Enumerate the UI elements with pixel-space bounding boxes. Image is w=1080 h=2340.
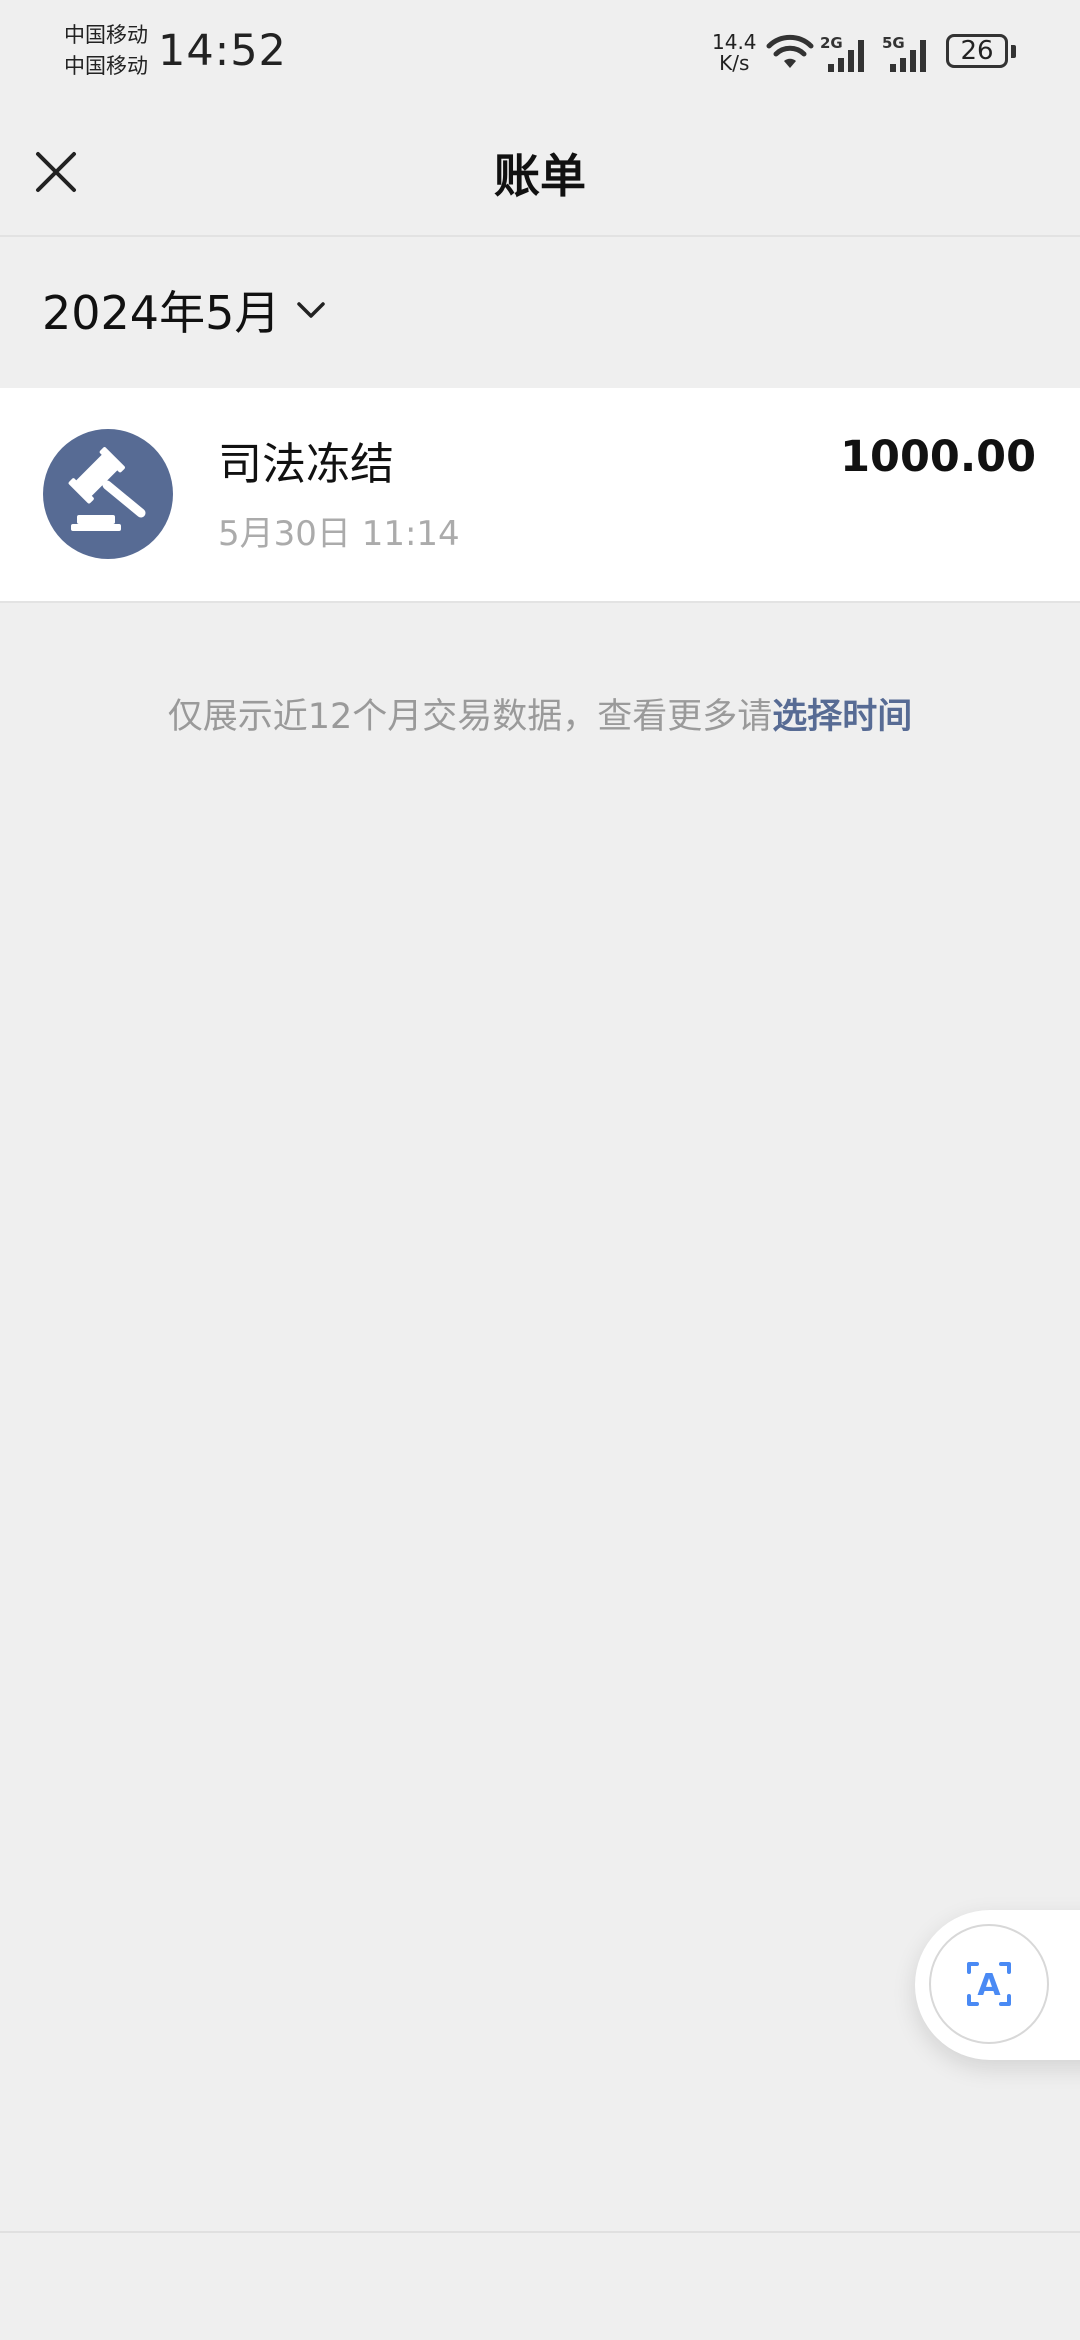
transaction-title: 司法冻结 <box>218 439 394 490</box>
floating-scan-button-inner: A <box>929 1924 1049 2044</box>
signal-2g-icon: 2G <box>820 34 864 72</box>
network-speed: 14.4 K/s <box>712 32 757 74</box>
history-hint-text: 仅展示近12个月交易数据，查看更多请 <box>167 697 773 737</box>
chevron-down-icon <box>297 302 326 318</box>
floating-scan-button[interactable]: A <box>915 1910 1080 2060</box>
history-hint: 仅展示近12个月交易数据，查看更多请选择时间 <box>0 688 1080 739</box>
page-title: 账单 <box>494 149 586 203</box>
transaction-amount: 1000.00 <box>840 432 1036 482</box>
signal-5g-icon: 5G <box>882 34 926 72</box>
bottom-divider <box>0 2231 1080 2233</box>
carrier-2: 中国移动 <box>64 54 148 78</box>
transaction-time: 5月30日 11:14 <box>218 514 460 554</box>
carrier-1: 中国移动 <box>64 23 148 47</box>
battery-level: 26 <box>960 36 994 66</box>
select-time-link[interactable]: 选择时间 <box>772 697 912 737</box>
status-bar: 中国移动 中国移动 14:52 14.4 K/s 2G 5G 26 <box>0 0 1080 110</box>
signal-5g-label: 5G <box>882 34 905 52</box>
signal-2g-label: 2G <box>820 34 843 52</box>
battery-icon: 26 <box>946 34 1008 68</box>
wifi-icon <box>766 34 814 68</box>
month-selector-label: 2024年5月 <box>42 286 281 340</box>
transaction-avatar <box>43 429 173 559</box>
month-selector[interactable]: 2024年5月 <box>42 275 328 345</box>
title-bar: 账单 <box>0 110 1080 237</box>
network-speed-value: 14.4 <box>712 30 757 54</box>
transaction-row[interactable]: 司法冻结 5月30日 11:14 1000.00 <box>0 388 1080 603</box>
battery-tip <box>1011 45 1016 58</box>
gavel-icon <box>68 447 146 531</box>
network-speed-unit: K/s <box>719 51 750 75</box>
text-scan-icon: A <box>967 1962 1011 2006</box>
carrier-labels: 中国移动 中国移动 <box>64 20 148 82</box>
text-scan-glyph: A <box>977 1968 1001 2003</box>
status-time: 14:52 <box>158 26 287 76</box>
